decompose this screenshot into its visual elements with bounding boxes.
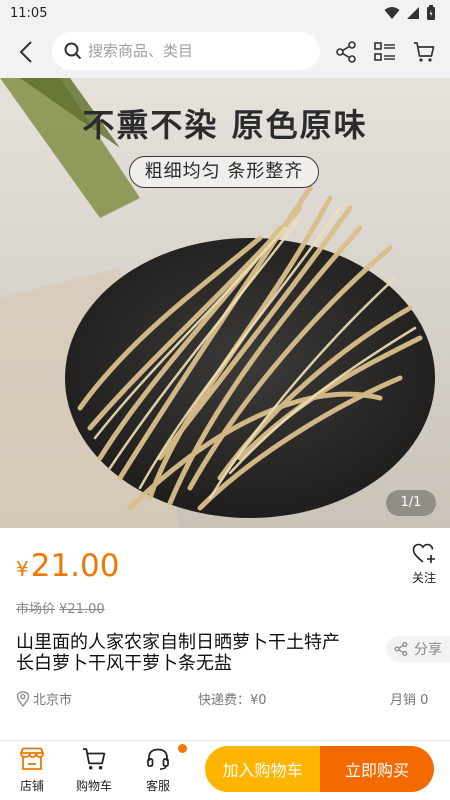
location-pin-icon xyxy=(16,690,30,707)
product-title: 山里面的人家农家自制日晒萝卜干土特产长白萝卜干风干萝卜条无盐 xyxy=(16,632,340,674)
heart-plus-icon xyxy=(412,543,435,563)
notification-dot xyxy=(178,744,187,753)
top-navigation-bar xyxy=(0,26,450,78)
follow-button[interactable]: 关注 xyxy=(404,543,444,586)
share-icon xyxy=(336,41,356,63)
market-price: 市场价 ¥21.00 xyxy=(16,598,105,617)
signal-icon xyxy=(407,7,419,19)
buy-now-button[interactable]: 立即购买 xyxy=(320,746,434,792)
location-text: 北京市 xyxy=(33,693,73,708)
store-nav-button[interactable]: 店铺 xyxy=(10,747,54,794)
back-button[interactable] xyxy=(0,26,52,78)
store-label: 店铺 xyxy=(19,779,44,793)
category-list-icon xyxy=(374,42,395,61)
price: ¥21.00 xyxy=(16,548,119,584)
customer-service-button[interactable]: 客服 xyxy=(136,747,180,794)
share-label: 分享 xyxy=(414,642,442,658)
store-icon xyxy=(20,747,44,770)
market-price-value: ¥21.00 xyxy=(59,602,105,617)
product-detail-screen: 11:05 搜索商品、类目 不熏不染 原色原味 粗细均匀 条形整齐 1/1 ¥2… xyxy=(0,0,450,800)
cart-nav-button[interactable]: 购物车 xyxy=(72,747,116,794)
location: 北京市 xyxy=(16,689,72,708)
image-headline: 不熏不染 原色原味 xyxy=(82,106,368,144)
cart-icon xyxy=(414,42,435,62)
market-price-label: 市场价 xyxy=(16,602,56,617)
cart-icon xyxy=(83,748,106,770)
follow-label: 关注 xyxy=(411,571,436,585)
search-input[interactable] xyxy=(88,42,298,60)
share-icon xyxy=(394,642,408,656)
image-counter: 1/1 xyxy=(386,490,436,516)
search-bar[interactable] xyxy=(52,32,320,70)
share-button-product[interactable]: 分享 xyxy=(386,636,450,662)
search-icon xyxy=(64,42,82,60)
battery-icon xyxy=(427,5,435,20)
product-image[interactable]: 不熏不染 原色原味 粗细均匀 条形整齐 1/1 xyxy=(0,78,450,528)
info-row: 北京市 快递费：¥0 月销 0 xyxy=(0,687,450,709)
image-tagline: 粗细均匀 条形整齐 xyxy=(129,156,319,188)
cart-label: 购物车 xyxy=(75,779,112,793)
share-button[interactable] xyxy=(332,38,360,66)
price-currency: ¥ xyxy=(16,557,29,581)
chevron-left-icon xyxy=(19,41,32,63)
customer-service-label: 客服 xyxy=(145,779,170,793)
headset-icon xyxy=(147,748,169,770)
monthly-sales: 月销 0 xyxy=(390,693,429,708)
wifi-icon xyxy=(384,7,400,19)
status-time: 11:05 xyxy=(10,5,48,21)
status-icons xyxy=(384,5,436,21)
category-list-button[interactable] xyxy=(371,38,399,66)
cart-button-header[interactable] xyxy=(410,38,438,66)
price-amount: 21.00 xyxy=(30,548,120,584)
add-to-cart-button[interactable]: 加入购物车 xyxy=(205,746,320,792)
status-bar: 11:05 xyxy=(0,0,450,26)
shipping-fee: 快递费：¥0 xyxy=(198,693,267,708)
